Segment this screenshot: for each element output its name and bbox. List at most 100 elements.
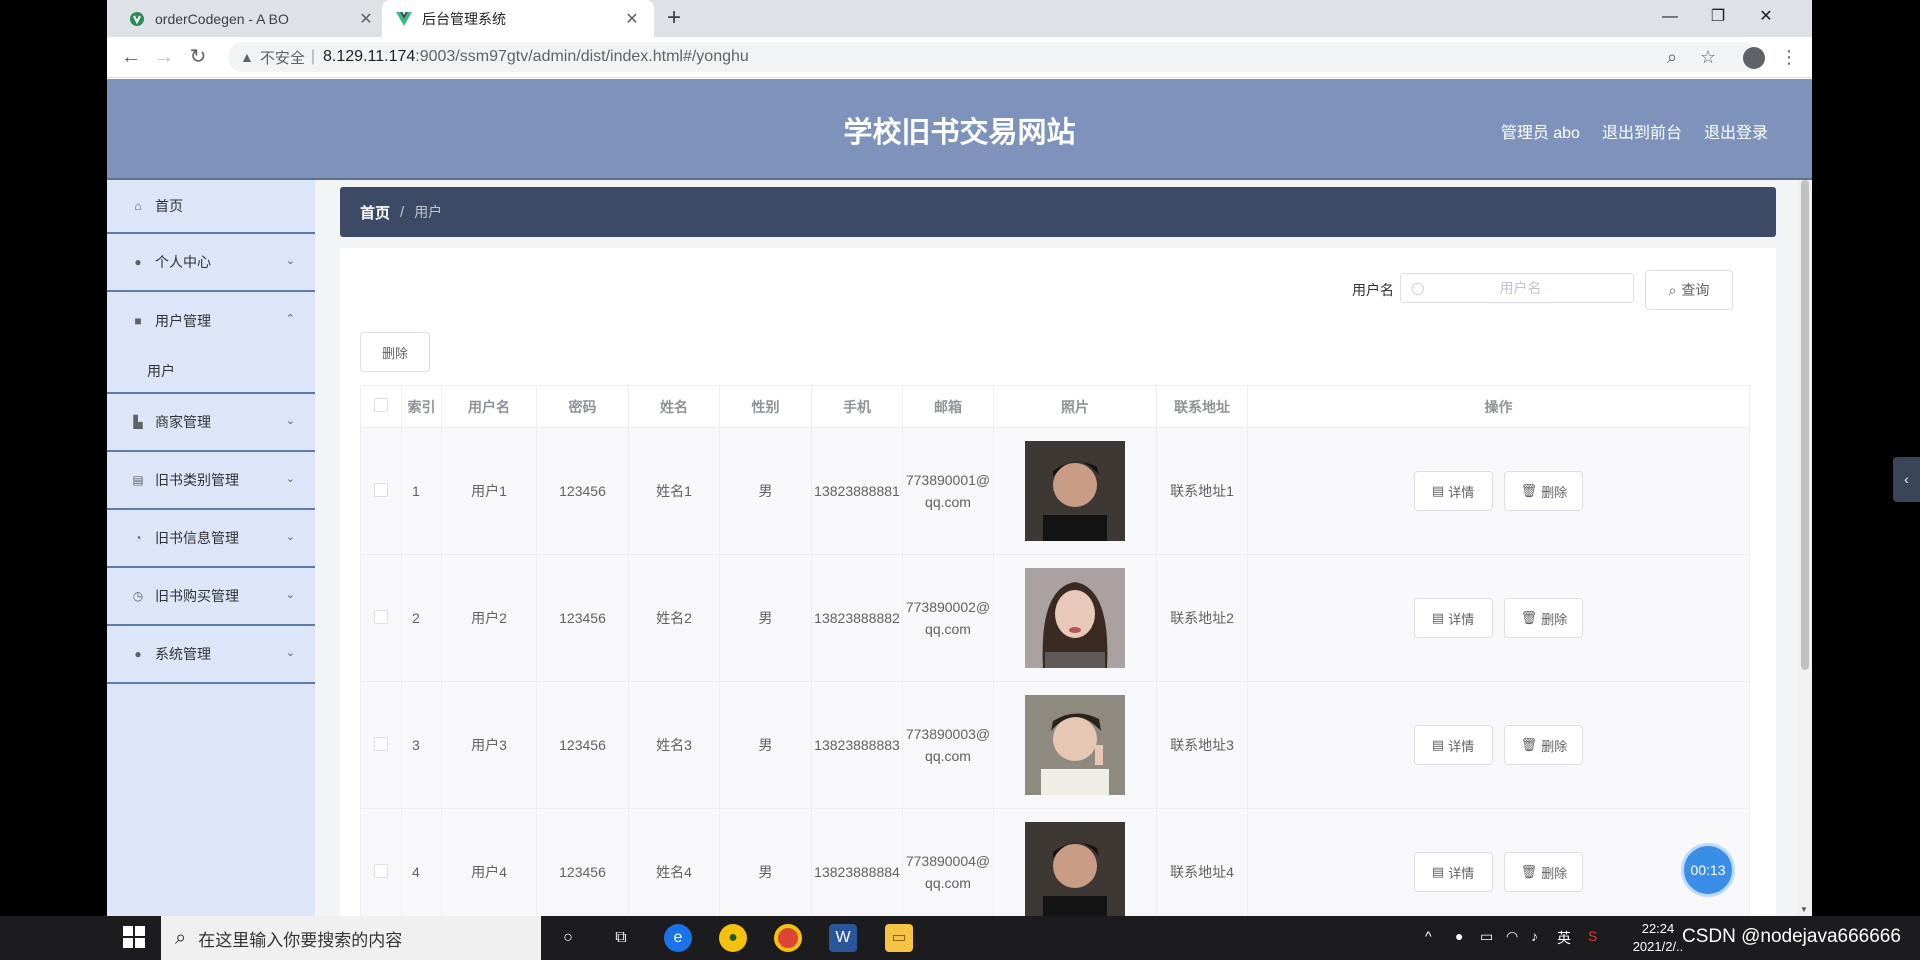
shop-icon: ▙ (133, 415, 143, 429)
detail-button[interactable]: ▤ 详情 (1413, 725, 1493, 765)
chevron-down-icon: ⌄ (285, 473, 295, 485)
scroll-down-arrow-icon[interactable]: ▼ (1800, 905, 1808, 914)
chrome-icon[interactable] (774, 924, 802, 952)
page-scrollbar[interactable]: ▼ (1798, 180, 1812, 916)
side-collapse-tab[interactable]: ‹ (1893, 457, 1920, 502)
delete-button[interactable]: 🗑 删除 (1504, 471, 1584, 511)
table-header-row: 索引 用户名 密码 姓名 性别 手机 邮箱 照片 联系地址 操作 (360, 385, 1750, 428)
scrollbar-thumb[interactable] (1801, 180, 1809, 670)
reload-icon[interactable]: ↻ (184, 44, 212, 72)
sidebar-item-book-purchase[interactable]: ◷ 旧书购买管理 ⌄ (107, 568, 315, 626)
tab-ordercodegen[interactable]: orderCodegen - A BO ✕ (115, 0, 388, 37)
detail-button[interactable]: ▤ 详情 (1413, 471, 1493, 511)
recording-timer[interactable]: 00:13 (1684, 846, 1732, 894)
search-field[interactable]: ◯ (1400, 273, 1634, 303)
app-icon[interactable]: ● (719, 924, 747, 952)
file-explorer-icon[interactable]: ▭ (885, 924, 913, 952)
sidebar-item-user-management[interactable]: ■ 用户管理 ⌃ (107, 292, 315, 350)
new-tab-button[interactable]: + (660, 5, 688, 33)
cell-name: 姓名4 (628, 808, 720, 916)
tab-title: 后台管理系统 (422, 10, 506, 27)
email-line: 773890003@ (905, 726, 991, 742)
chevron-down-icon: ⌄ (285, 531, 295, 543)
detail-button[interactable]: ▤ 详情 (1413, 852, 1493, 892)
detail-button[interactable]: ▤ 详情 (1413, 598, 1493, 638)
table-row: 1 用户1 123456 姓名1 男 13823888881 773890001… (360, 427, 1750, 555)
profile-avatar-icon[interactable] (1743, 47, 1765, 69)
col-index: 索引 (401, 385, 442, 428)
sidebar-item-label: 首页 (155, 198, 183, 214)
windows-start-icon[interactable] (123, 926, 145, 948)
main-content: 首页 / 用户 用户名 ◯ ⌕ 查询 删除 (315, 180, 1812, 916)
username-search-input[interactable] (1430, 280, 1611, 296)
user-photo[interactable] (1025, 822, 1125, 916)
select-all-checkbox[interactable] (374, 398, 388, 412)
word-icon[interactable]: W (829, 924, 857, 952)
chevron-down-icon: ⌄ (285, 647, 295, 659)
cell-email: 773890002@ qq.com (902, 554, 994, 682)
sogou-ime-icon[interactable]: S (1588, 928, 1597, 944)
logout-link[interactable]: 退出登录 (1704, 119, 1768, 143)
delete-button[interactable]: 🗑 删除 (1504, 598, 1584, 638)
menu-kebab-icon[interactable]: ⋮ (1775, 44, 1803, 72)
row-checkbox[interactable] (374, 482, 388, 497)
tray-chevron-up-icon[interactable]: ^ (1425, 928, 1432, 944)
forward-icon[interactable]: → (150, 44, 178, 72)
bookmark-star-icon[interactable]: ☆ (1694, 44, 1722, 72)
tab-close-icon[interactable]: ✕ (358, 9, 374, 29)
col-photo: 照片 (993, 385, 1157, 428)
sidebar-item-book-category[interactable]: ▤ 旧书类别管理 ⌄ (107, 452, 315, 510)
tab-admin[interactable]: 后台管理系统 ✕ (382, 0, 654, 37)
tab-close-icon[interactable]: ✕ (624, 9, 640, 29)
sidebar-item-personal-center[interactable]: ● 个人中心 ⌄ (107, 234, 315, 292)
delete-button[interactable]: 🗑 删除 (1504, 852, 1584, 892)
sidebar-subitem-user[interactable]: 用户 (107, 350, 315, 394)
network-icon[interactable]: ◠ (1506, 928, 1518, 945)
sidebar-item-label: 系统管理 (155, 646, 211, 662)
taskbar-search[interactable]: ⌕ 在这里输入你要搜索的内容 (161, 916, 541, 960)
sidebar-item-book-info[interactable]: ◔ 旧书信息管理 ⌄ (107, 510, 315, 568)
table-row: 4 用户4 123456 姓名4 男 13823888884 773890004… (360, 808, 1750, 916)
user-photo[interactable] (1025, 441, 1125, 541)
sidebar-item-home[interactable]: ⌂ 首页 (107, 180, 315, 234)
user-photo[interactable] (1025, 568, 1125, 668)
document-icon: ▤ (1431, 864, 1445, 879)
cortana-icon[interactable]: ○ (554, 924, 582, 952)
email-line: 773890002@ (905, 599, 991, 615)
minimize-icon[interactable]: — (1648, 0, 1692, 33)
qq-tray-icon[interactable]: ● (1455, 928, 1463, 944)
zoom-icon[interactable]: ⌕ (1658, 44, 1686, 72)
exit-to-front-link[interactable]: 退出到前台 (1602, 119, 1682, 143)
task-view-icon[interactable]: ⧉ (607, 924, 635, 952)
col-gender: 性别 (719, 385, 812, 428)
address-bar[interactable]: ▲ 不安全 | 8.129.11.174 :9003/ssm97gtv/admi… (228, 42, 1758, 72)
window-close-icon[interactable]: ✕ (1744, 0, 1788, 33)
sidebar-item-merchant-management[interactable]: ▙ 商家管理 ⌄ (107, 394, 315, 452)
cell-photo (993, 427, 1157, 555)
email-line: qq.com (925, 494, 971, 510)
gauge-icon: ◔ (134, 531, 142, 545)
chevron-down-icon: ⌄ (285, 255, 295, 267)
row-checkbox[interactable] (374, 863, 388, 878)
table-row: 2 用户2 123456 姓名2 男 13823888882 773890002… (360, 554, 1750, 682)
email-line: 773890004@ (905, 853, 991, 869)
edge-icon[interactable]: e (664, 924, 692, 952)
volume-icon[interactable]: ♪ (1531, 928, 1538, 944)
cell-index: 1 (401, 427, 442, 555)
sidebar-item-system-management[interactable]: ● 系统管理 ⌄ (107, 626, 315, 684)
cell-photo (993, 554, 1157, 682)
batch-delete-button[interactable]: 删除 (360, 332, 430, 372)
ime-indicator[interactable]: 英 (1557, 928, 1571, 948)
user-photo[interactable] (1025, 695, 1125, 795)
cell-address: 联系地址1 (1156, 427, 1248, 555)
back-icon[interactable]: ← (117, 44, 145, 72)
briefcase-icon: ■ (134, 314, 142, 328)
web-page: 学校旧书交易网站 管理员 abo 退出到前台 退出登录 ⌂ 首页 ● 个人中心 … (107, 79, 1812, 916)
breadcrumb-home[interactable]: 首页 (360, 202, 390, 223)
delete-button[interactable]: 🗑 删除 (1504, 725, 1584, 765)
row-checkbox[interactable] (374, 609, 388, 624)
restore-icon[interactable]: ❐ (1696, 0, 1740, 33)
battery-icon[interactable]: ▭ (1480, 928, 1493, 945)
query-button[interactable]: ⌕ 查询 (1645, 270, 1733, 310)
row-checkbox[interactable] (374, 736, 388, 751)
